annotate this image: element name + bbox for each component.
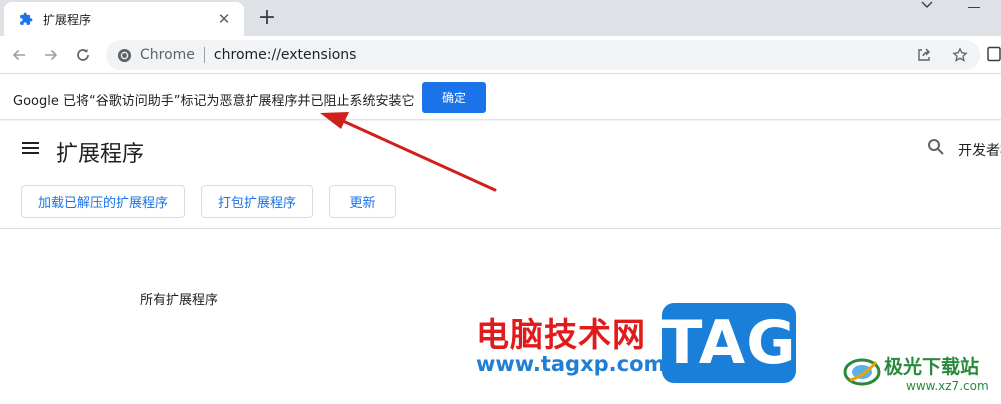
watermark-tag-badge: TAG (662, 303, 796, 383)
tab-extensions[interactable]: 扩展程序 ✕ (4, 2, 244, 36)
malware-warning-infobar: Google 已将“谷歌访问助手”标记为恶意扩展程序并已阻止系统安装它 确定 (0, 75, 1001, 120)
back-arrow-icon[interactable] (7, 43, 31, 67)
watermark-xz-url: www.xz7.com (906, 379, 989, 393)
reload-icon[interactable] (71, 43, 95, 67)
url-text: chrome://extensions (213, 47, 357, 63)
infobar-message: Google 已将“谷歌访问助手”标记为恶意扩展程序并已阻止系统安装它 (13, 94, 415, 109)
load-unpacked-button[interactable]: 加载已解压的扩展程序 (21, 185, 185, 218)
pack-extension-button[interactable]: 打包扩展程序 (201, 185, 313, 218)
hamburger-menu-icon[interactable] (22, 140, 40, 156)
search-icon[interactable] (927, 138, 947, 158)
share-icon[interactable] (914, 45, 934, 65)
browser-toolbar: Chrome chrome://extensions (0, 36, 1001, 74)
page-title: 扩展程序 (56, 142, 145, 167)
puzzle-icon (18, 11, 34, 27)
tab-title: 扩展程序 (43, 12, 92, 27)
confirm-button[interactable]: 确定 (422, 82, 486, 113)
all-extensions-heading: 所有扩展程序 (140, 293, 219, 308)
tab-strip: 扩展程序 ✕ + (0, 0, 1001, 36)
minimize-window-icon[interactable] (964, 2, 984, 14)
watermark-xz-name: 极光下载站 (884, 356, 980, 378)
forward-arrow-icon[interactable] (39, 43, 63, 67)
site-chip: Chrome (140, 47, 195, 63)
aurora-logo-icon (842, 350, 882, 390)
omnibox-separator (203, 47, 205, 63)
address-bar[interactable]: Chrome chrome://extensions (106, 40, 980, 70)
chrome-logo-icon (116, 47, 132, 63)
new-tab-button[interactable]: + (254, 6, 280, 30)
watermark-site-name: 电脑技术网 (476, 315, 646, 354)
developer-mode-label: 开发者模式 (958, 143, 1001, 159)
side-panel-icon[interactable] (987, 46, 1001, 62)
star-icon[interactable] (950, 45, 970, 65)
update-button[interactable]: 更新 (329, 185, 396, 218)
close-icon[interactable]: ✕ (214, 9, 234, 29)
watermark-url: www.tagxp.com (476, 352, 666, 376)
extensions-header: 扩展程序 开发者模式 加载已解压的扩展程序 打包扩展程序 更新 (0, 121, 1001, 229)
tab-search-icon[interactable] (916, 0, 938, 14)
